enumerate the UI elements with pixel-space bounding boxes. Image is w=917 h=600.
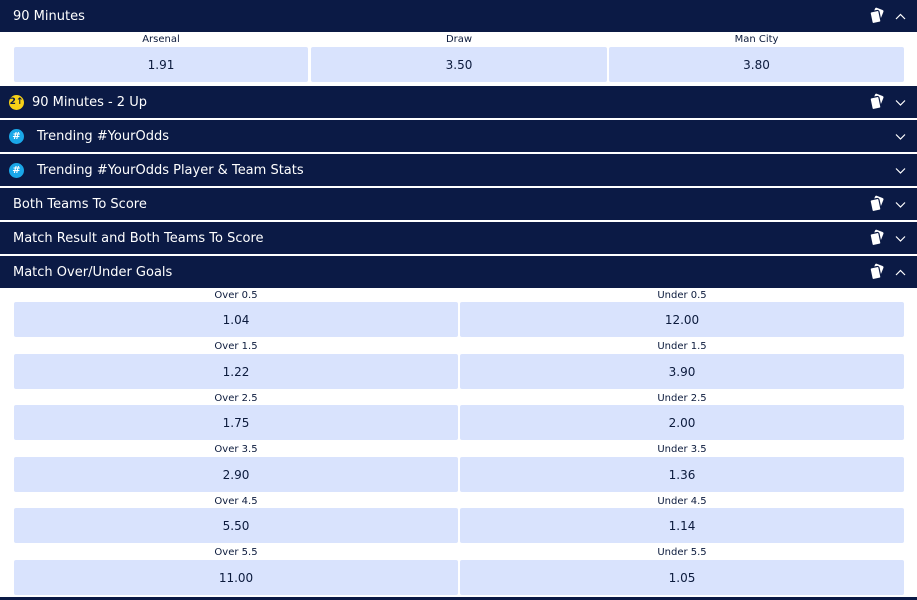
market-header-90-minutes[interactable]: 90 Minutes [0,0,917,32]
market-header-trending[interactable]: # Trending #YourOdds [0,120,917,152]
under-odds-button[interactable]: 2.00 [460,405,904,440]
under-odds-button[interactable]: 1.36 [460,457,904,492]
under-label: Under 3.5 [657,444,707,455]
bet-builder-icon[interactable] [868,93,886,111]
over-odds-button[interactable]: 11.00 [14,560,458,595]
market-title: 90 Minutes [13,8,85,24]
chevron-down-icon[interactable] [894,198,907,211]
over-odds-button[interactable]: 5.50 [14,508,458,543]
odds-button-arsenal[interactable]: 1.91 [14,47,308,82]
odds-button-draw[interactable]: 3.50 [311,47,607,82]
market-title: Match Result and Both Teams To Score [13,230,264,246]
over-odds-button[interactable]: 2.90 [14,457,458,492]
over-label: Over 3.5 [214,444,258,455]
under-label: Under 5.5 [657,547,707,558]
under-odds-button[interactable]: 12.00 [460,302,904,337]
chevron-down-icon[interactable] [894,96,907,109]
market-header-btts[interactable]: Both Teams To Score [0,188,917,220]
under-label: Under 4.5 [657,496,707,507]
market-title: Trending #YourOdds [37,128,169,144]
outcome-label-draw: Draw [445,34,473,45]
bet-builder-icon[interactable] [868,229,886,247]
market-header-trending-stats[interactable]: # Trending #YourOdds Player & Team Stats [0,154,917,186]
market-title: Trending #YourOdds Player & Team Stats [37,162,304,178]
market-header-result-btts[interactable]: Match Result and Both Teams To Score [0,222,917,254]
under-label: Under 0.5 [657,290,707,301]
under-odds-button[interactable]: 1.05 [460,560,904,595]
over-odds-button[interactable]: 1.04 [14,302,458,337]
bet-builder-icon[interactable] [868,263,886,281]
under-label: Under 1.5 [657,341,707,352]
market-title: 90 Minutes - 2 Up [32,94,147,110]
under-label: Under 2.5 [657,393,707,404]
chevron-up-icon[interactable] [894,266,907,279]
market-header-2-up[interactable]: 2↑ 90 Minutes - 2 Up [0,86,917,118]
over-label: Over 4.5 [214,496,258,507]
chevron-up-icon[interactable] [894,10,907,23]
outcome-label-man-city: Man City [734,34,779,45]
chevron-down-icon[interactable] [894,164,907,177]
two-up-badge-icon: 2↑ [9,94,24,110]
bet-builder-icon[interactable] [868,7,886,25]
hashtag-icon: # [9,128,24,144]
chevron-down-icon[interactable] [894,130,907,143]
market-header-over-under[interactable]: Match Over/Under Goals [0,256,917,288]
hashtag-icon: # [9,162,24,178]
chevron-down-icon[interactable] [894,232,907,245]
market-title: Both Teams To Score [13,196,147,212]
under-odds-button[interactable]: 3.90 [460,354,904,389]
over-odds-button[interactable]: 1.22 [14,354,458,389]
over-odds-button[interactable]: 1.75 [14,405,458,440]
market-title: Match Over/Under Goals [13,264,173,280]
over-label: Over 1.5 [214,341,258,352]
over-label: Over 2.5 [214,393,258,404]
over-label: Over 0.5 [214,290,258,301]
outcome-label-arsenal: Arsenal [142,34,180,45]
over-label: Over 5.5 [214,547,258,558]
under-odds-button[interactable]: 1.14 [460,508,904,543]
odds-button-man-city[interactable]: 3.80 [609,47,904,82]
bet-builder-icon[interactable] [868,195,886,213]
